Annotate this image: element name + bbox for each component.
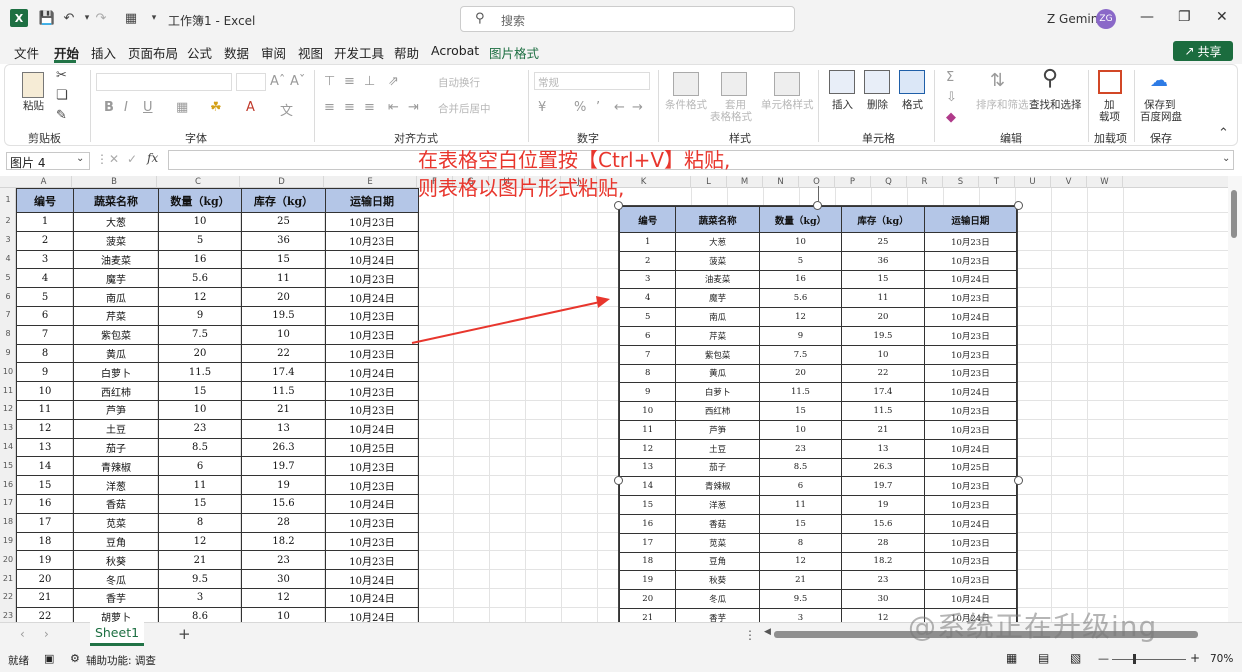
zoom-slider[interactable] <box>1112 659 1186 660</box>
next-sheet-icon[interactable]: › <box>44 627 49 641</box>
arrow-head <box>596 296 610 308</box>
watermark: @系统正在升级ing <box>908 610 1158 643</box>
scroll-left-icon[interactable]: ◀ <box>764 627 771 637</box>
annotation-line-2: 则表格以图片形式粘贴, <box>418 176 625 200</box>
vertical-scroll-thumb[interactable] <box>1231 190 1237 238</box>
accessibility-status[interactable]: 辅助功能: 调查 <box>86 653 156 668</box>
zoom-in-button[interactable]: + <box>1190 651 1200 665</box>
zoom-slider-thumb[interactable] <box>1133 654 1136 664</box>
sheet-tab[interactable]: Sheet1 <box>90 622 144 646</box>
sheet-bar-splitter[interactable]: ⋮ <box>744 628 756 642</box>
annotation-line-1: 在表格空白位置按【Ctrl+V】粘贴, <box>418 148 731 172</box>
macro-record-icon[interactable]: ▣ <box>44 652 54 665</box>
zoom-out-button[interactable]: — <box>1098 652 1109 665</box>
normal-view-icon[interactable]: ▦ <box>1006 651 1017 665</box>
annotation-arrow <box>411 296 610 344</box>
arrow-line <box>411 301 601 344</box>
add-sheet-button[interactable]: + <box>178 625 191 643</box>
accessibility-icon[interactable]: ⚙ <box>70 652 80 665</box>
status-bar <box>0 648 1242 672</box>
status-ready: 就绪 <box>8 655 29 667</box>
vertical-scrollbar[interactable] <box>1228 176 1242 622</box>
page-break-view-icon[interactable]: ▧ <box>1070 651 1081 665</box>
page-layout-view-icon[interactable]: ▤ <box>1038 651 1049 665</box>
prev-sheet-icon[interactable]: ‹ <box>20 627 25 641</box>
zoom-level[interactable]: 70% <box>1210 653 1233 665</box>
annotation-text: 在表格空白位置按【Ctrl+V】粘贴, 则表格以图片形式粘贴, <box>418 146 730 202</box>
